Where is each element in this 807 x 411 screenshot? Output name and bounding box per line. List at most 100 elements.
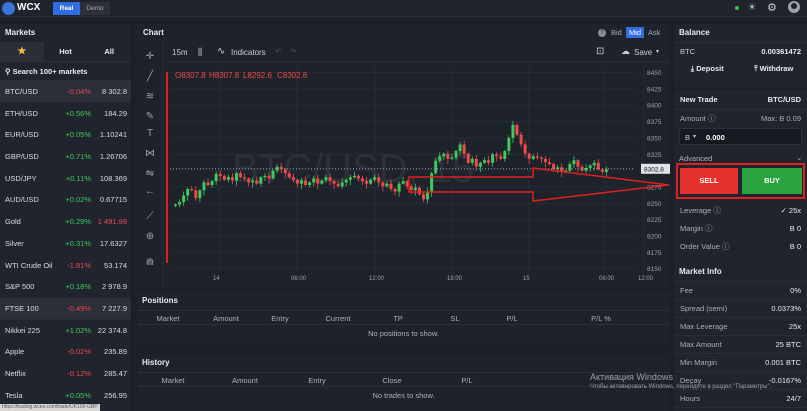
chevron-down-icon[interactable]: ▾ (693, 133, 696, 140)
candle-body (531, 156, 535, 159)
candle-type-icon[interactable]: ⫼ (198, 47, 202, 58)
market-info-title: Market Info (674, 262, 807, 282)
market-row[interactable]: GBP/USD +0.71% 1.26706 (0, 146, 131, 168)
candle-body (320, 180, 324, 184)
ohlc-h: H8307.8 (209, 71, 240, 80)
tab-hot[interactable]: Hot (44, 42, 88, 61)
candle-body (287, 173, 291, 178)
info-value: 25 BTC (775, 340, 801, 349)
theme-toggle-icon[interactable]: ☀ (748, 2, 756, 13)
candle-body (198, 190, 202, 199)
market-search-input[interactable]: ⚲ Search 100+ markets (0, 62, 131, 81)
info-label: Min Margin (680, 358, 718, 367)
candle-body (466, 153, 470, 163)
market-row[interactable]: Apple -0.02% 235.89 (0, 341, 131, 363)
markets-title: Markets (5, 28, 36, 37)
market-price: 256.95 (104, 390, 127, 400)
fib-icon[interactable]: ≋ (143, 90, 157, 104)
x-tick-label: 12:00 (369, 276, 385, 282)
market-row[interactable]: FTSE 100 -0.49% 7 227.9 (0, 297, 131, 320)
candle-body (234, 173, 238, 181)
amount-field[interactable]: B ▾ 0.000 (679, 128, 802, 145)
balance-asset: BTC (680, 47, 695, 56)
chevron-down-icon[interactable]: ▾ (656, 48, 659, 55)
market-row[interactable]: S&P 500 +0.18% 2 978.9 (0, 276, 131, 298)
max-amount[interactable]: Max: B 0.09 (761, 110, 801, 128)
camera-icon[interactable]: ⊡ (596, 46, 604, 57)
market-row[interactable]: Gold +0.29% 1 491.99 (0, 211, 131, 233)
y-tick-label: 8350 (647, 135, 662, 142)
undo-icon[interactable]: ↶ (275, 47, 281, 56)
save-button[interactable]: Save (634, 48, 652, 57)
pattern-icon[interactable]: ⋈ (143, 147, 157, 161)
candle-body (397, 183, 401, 192)
gear-icon[interactable]: ⚙ (767, 1, 777, 14)
price-chart[interactable]: 8450842584008375835083258300827582508225… (137, 24, 670, 287)
market-change: +0.18% (65, 282, 91, 292)
wcx-logo-icon[interactable] (2, 2, 15, 15)
withdraw-button[interactable]: ⤒ Withdraw (741, 60, 807, 78)
market-change: +0.31% (65, 238, 91, 248)
y-tick-label: 8375 (647, 119, 662, 126)
ruler-icon[interactable]: ⟋ (143, 210, 157, 224)
indicators-button[interactable]: Indicators (231, 48, 266, 57)
deposit-button[interactable]: ⤓ Deposit (674, 60, 741, 78)
cloud-save-icon[interactable]: ☁ (621, 46, 630, 57)
candle-body (495, 154, 499, 157)
positions-col: Market (156, 314, 180, 323)
candle-body (295, 179, 299, 184)
activation-title: Активация Windows (590, 372, 673, 382)
candle-body (214, 173, 218, 182)
leverage-value[interactable]: ✓ 25x (781, 202, 801, 220)
market-row[interactable]: Netflix -0.12% 285.47 (0, 363, 131, 385)
market-row[interactable]: WTI Crude Oil -1.81% 53.174 (0, 255, 131, 277)
zoom-icon[interactable]: ⊕ (143, 230, 157, 244)
market-row[interactable]: Silver +0.31% 17.6327 (0, 233, 131, 255)
candle-body (389, 183, 393, 189)
candle-body (304, 180, 308, 186)
candle-body (381, 182, 385, 187)
crosshair-icon[interactable]: ✛ (143, 50, 157, 64)
market-row[interactable]: USD/JPY +0.11% 108.369 (0, 168, 131, 190)
tab-all[interactable]: All (87, 42, 131, 61)
redo-icon[interactable]: ↷ (290, 47, 296, 56)
market-row[interactable]: Nikkei 225 +1.02% 22 374.8 (0, 320, 131, 342)
brand-name[interactable]: WCX (17, 2, 40, 13)
market-name: S&P 500 (5, 282, 35, 292)
market-row[interactable]: BTC/USD -0.04% 8 302.8 (0, 81, 131, 103)
market-name: BTC/USD (5, 87, 38, 96)
real-account-button[interactable]: Real (53, 2, 80, 15)
market-change: -0.04% (67, 87, 91, 96)
search-placeholder: Search 100+ markets (12, 67, 88, 76)
market-row[interactable]: ETH/USD +0.56% 184.29 (0, 103, 131, 125)
indicators-icon[interactable]: ∿ (217, 46, 225, 57)
demo-account-button[interactable]: Demo (80, 2, 110, 15)
trade-pair: BTC/USD (767, 95, 801, 104)
deposit-label: Deposit (696, 64, 724, 73)
interval-selector[interactable]: 15m (172, 48, 188, 57)
advanced-toggle[interactable]: Advanced (679, 154, 712, 163)
buy-button[interactable]: BUY (742, 168, 802, 194)
currency-select[interactable]: B (685, 133, 690, 142)
text-tool-icon[interactable]: T (143, 127, 157, 141)
market-row[interactable]: AUD/USD +0.02% 0.67715 (0, 189, 131, 212)
profile-icon[interactable] (788, 1, 800, 13)
candle-body (352, 175, 356, 178)
candle-body (576, 160, 580, 167)
chevron-down-icon[interactable]: ⌄ (796, 153, 802, 162)
candle-body (470, 158, 474, 163)
info-value: 0.001 BTC (765, 358, 801, 367)
trend-line-icon[interactable]: ╱ (143, 70, 157, 84)
brush-icon[interactable]: ✎ (143, 110, 157, 124)
market-price: 184.29 (104, 108, 127, 118)
candle-body (434, 160, 438, 174)
sell-button[interactable]: SELL (680, 168, 738, 194)
market-list: BTC/USD -0.04% 8 302.8 ETH/USD +0.56% 184.29 E… (0, 81, 131, 407)
magnet-icon[interactable]: ⋒ (143, 256, 157, 270)
forecast-icon[interactable]: ⇋ (143, 167, 157, 181)
y-tick-label: 8325 (647, 152, 662, 159)
tab-favorites[interactable]: ★ (0, 42, 44, 61)
candle-body (348, 177, 352, 180)
back-arrow-icon[interactable]: ← (143, 185, 157, 199)
market-row[interactable]: EUR/USD +0.05% 1.10241 (0, 124, 131, 147)
